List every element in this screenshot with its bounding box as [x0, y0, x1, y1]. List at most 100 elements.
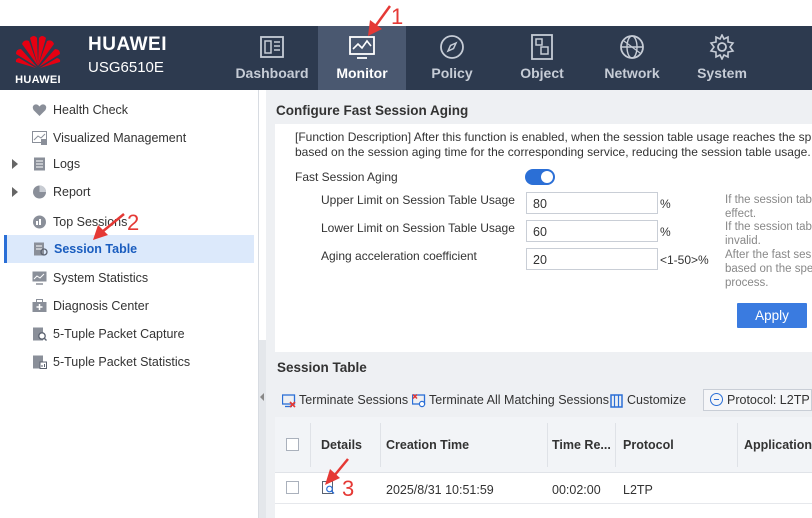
- sidebar-item-diagnosis-center[interactable]: Diagnosis Center: [4, 292, 254, 320]
- sidebar-item-packet-capture[interactable]: 5-Tuple Packet Capture: [4, 320, 254, 348]
- sidebar-item-packet-statistics[interactable]: 5-Tuple Packet Statistics: [4, 348, 254, 376]
- column-time-remaining[interactable]: Time Re...: [552, 438, 611, 452]
- protocol-filter-chip[interactable]: Protocol: L2TP: [703, 389, 812, 411]
- tab-object-label: Object: [520, 65, 564, 81]
- sidebar-item-visualized-management[interactable]: Visualized Management: [4, 124, 254, 152]
- cell-protocol: L2TP: [623, 483, 653, 497]
- tab-monitor-label: Monitor: [336, 65, 388, 81]
- sidebar-item-label: Session Table: [54, 242, 138, 256]
- huawei-petals-icon: [15, 36, 61, 68]
- aging-coefficient-input[interactable]: 20: [526, 248, 658, 270]
- column-details[interactable]: Details: [321, 438, 362, 452]
- lower-limit-label: Lower Limit on Session Table Usage: [321, 221, 515, 235]
- column-separator: [380, 423, 381, 467]
- hint-line: invalid.: [725, 235, 761, 247]
- brand-name: HUAWEI: [88, 34, 167, 55]
- tab-system[interactable]: System: [678, 26, 766, 90]
- upper-limit-input[interactable]: 80: [526, 192, 658, 214]
- aging-coefficient-range: <1-50>%: [660, 253, 709, 267]
- customize-button[interactable]: Customize: [610, 393, 686, 408]
- sidebar-item-system-statistics[interactable]: System Statistics: [4, 264, 254, 292]
- lower-limit-unit: %: [660, 225, 671, 239]
- column-separator: [547, 423, 548, 467]
- row-divider: [275, 503, 812, 504]
- table-header: Details Creation Time Time Re... Protoco…: [275, 417, 812, 473]
- expand-arrow-icon[interactable]: [12, 187, 18, 197]
- capture-icon: [33, 327, 47, 341]
- aging-coefficient-label: Aging acceleration coefficient: [321, 249, 477, 263]
- sidebar-item-label: Report: [53, 185, 91, 199]
- sidebar-item-logs[interactable]: Logs: [4, 150, 254, 178]
- apply-button[interactable]: Apply: [737, 303, 807, 328]
- fast-aging-title: Configure Fast Session Aging: [276, 103, 469, 118]
- document-icon: [34, 157, 45, 171]
- top-sessions-icon: [33, 215, 46, 229]
- upper-limit-label: Upper Limit on Session Table Usage: [321, 193, 515, 207]
- sidebar-item-label: System Statistics: [53, 271, 149, 285]
- tab-object[interactable]: Object: [498, 26, 586, 90]
- terminate-sessions-button[interactable]: Terminate Sessions: [282, 393, 408, 408]
- system-gear-icon: [709, 34, 735, 60]
- logo-text: HUAWEI: [15, 74, 61, 86]
- sidebar-item-session-table[interactable]: Session Table: [4, 235, 254, 263]
- annotation-step-3: 3: [342, 476, 355, 501]
- hint-line: If the session tab: [725, 194, 812, 206]
- session-table-icon: [34, 242, 48, 256]
- lower-limit-hint: If the session tab invalid.: [725, 220, 812, 248]
- row-checkbox[interactable]: [286, 481, 299, 494]
- cell-creation-time: 2025/8/31 10:51:59: [386, 483, 494, 497]
- tab-system-label: System: [697, 65, 747, 81]
- pie-chart-icon: [33, 185, 46, 199]
- collapse-arrow-icon[interactable]: [260, 393, 264, 401]
- sidebar-collapse-handle[interactable]: [259, 340, 266, 518]
- protocol-filter-label: Protocol: L2TP: [727, 393, 810, 407]
- sidebar-item-label: 5-Tuple Packet Statistics: [53, 355, 191, 369]
- tab-network-label: Network: [604, 65, 660, 81]
- tab-dashboard[interactable]: Dashboard: [228, 26, 316, 90]
- hint-line: process.: [725, 277, 769, 289]
- function-description-line2: based on the session aging time for the …: [295, 145, 811, 159]
- terminate-all-label: Terminate All Matching Sessions: [429, 393, 609, 407]
- annotation-step-1: 1: [391, 4, 404, 29]
- tab-dashboard-label: Dashboard: [235, 65, 309, 81]
- aging-coefficient-hint: After the fast ses based on the spe proc…: [725, 248, 812, 290]
- customize-columns-icon: [610, 393, 623, 408]
- sidebar-item-label: Logs: [53, 157, 81, 171]
- hint-line: effect.: [725, 208, 757, 220]
- sidebar-item-label: Visualized Management: [53, 131, 187, 145]
- huawei-logo: HUAWEI: [10, 32, 66, 86]
- hint-line: If the session tab: [725, 221, 812, 233]
- sidebar-item-health-check[interactable]: Health Check: [4, 96, 254, 124]
- terminate-session-icon: [282, 394, 296, 408]
- statistics-icon: [32, 271, 47, 285]
- column-separator: [310, 423, 311, 467]
- terminate-sessions-label: Terminate Sessions: [299, 393, 409, 407]
- sidebar-item-report[interactable]: Report: [4, 178, 254, 206]
- chart-icon: [32, 131, 47, 145]
- fast-aging-toggle[interactable]: [525, 169, 555, 185]
- sidebar: Health Check Visualized Management Logs …: [0, 90, 258, 518]
- session-table: Details Creation Time Time Re... Protoco…: [275, 417, 812, 518]
- upper-limit-hint: If the session tab effect.: [725, 193, 812, 221]
- column-creation-time[interactable]: Creation Time: [386, 438, 469, 452]
- tab-network[interactable]: Network: [588, 26, 676, 90]
- customize-label: Customize: [627, 393, 687, 407]
- dashboard-icon: [260, 36, 284, 58]
- column-separator: [615, 423, 616, 467]
- function-description-line1: [Function Description] After this functi…: [295, 130, 812, 144]
- upper-limit-unit: %: [660, 197, 671, 211]
- hint-line: After the fast ses: [725, 249, 812, 261]
- terminate-all-matching-button[interactable]: Terminate All Matching Sessions: [412, 393, 609, 408]
- select-all-checkbox[interactable]: [286, 438, 299, 451]
- tab-policy-label: Policy: [431, 65, 473, 81]
- remove-filter-icon[interactable]: [710, 393, 723, 406]
- fast-aging-toggle-label: Fast Session Aging: [295, 170, 398, 184]
- top-strip: [0, 0, 812, 26]
- expand-arrow-icon[interactable]: [12, 159, 18, 169]
- sidebar-item-label: Diagnosis Center: [53, 299, 149, 313]
- column-protocol[interactable]: Protocol: [623, 438, 674, 452]
- column-application[interactable]: Application: [744, 438, 812, 452]
- tab-policy[interactable]: Policy: [408, 26, 496, 90]
- lower-limit-input[interactable]: 60: [526, 220, 658, 242]
- diagnosis-icon: [32, 299, 47, 312]
